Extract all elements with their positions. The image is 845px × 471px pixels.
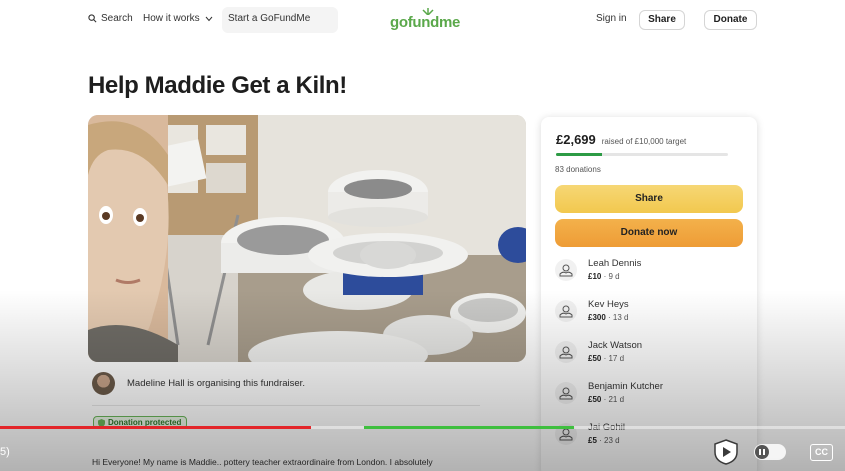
donor-meta: £10 · 9 d — [588, 272, 620, 281]
divider — [92, 405, 480, 406]
donor-meta: £300 · 13 d — [588, 313, 629, 322]
search-label: Search — [101, 13, 133, 24]
top-navigation: Search How it works Start a GoFundMe gof… — [0, 0, 845, 40]
gofundme-logo[interactable]: gofundme — [390, 8, 461, 32]
donor-amount: £300 — [588, 313, 606, 322]
progress-fill — [556, 153, 603, 156]
donor-hands-icon — [555, 341, 577, 363]
header-donate-button[interactable]: Donate — [704, 10, 757, 30]
donor-meta: £50 · 21 d — [588, 395, 625, 404]
start-gofundme-label: Start a GoFundMe — [228, 13, 311, 24]
progress-bar — [556, 153, 728, 156]
time-readout: 5) — [0, 446, 10, 458]
search-icon — [88, 14, 97, 23]
raised-target: raised of £10,000 target — [601, 137, 687, 146]
header-share-button[interactable]: Share — [639, 10, 685, 30]
donor-name: Kev Heys — [588, 299, 629, 310]
how-it-works-menu[interactable]: How it works — [143, 13, 213, 24]
organiser-row: Madeline Hall is organising this fundrai… — [92, 372, 305, 395]
donor-time: 21 d — [608, 395, 625, 404]
donor-time: 17 d — [608, 354, 625, 363]
campaign-description: Hi Everyone! My name is Maddie.. pottery… — [92, 457, 433, 467]
sign-in-link[interactable]: Sign in — [596, 13, 627, 24]
shield-logo-icon[interactable] — [712, 438, 740, 466]
donor-item: Kev Heys £300 · 13 d — [555, 298, 745, 328]
autoplay-toggle[interactable] — [754, 444, 786, 460]
donor-time: 13 d — [612, 313, 629, 322]
donor-amount: £50 — [588, 354, 602, 363]
campaign-photo — [88, 115, 526, 362]
donor-time: 9 d — [608, 272, 620, 281]
donation-card: £2,699 raised of £10,000 target 83 donat… — [541, 117, 757, 471]
donor-item: Benjamin Kutcher £50 · 21 d — [555, 380, 745, 410]
donor-time: 23 d — [604, 436, 620, 445]
chevron-down-icon — [205, 16, 213, 21]
share-button[interactable]: Share — [555, 185, 743, 213]
donor-item: Jack Watson £50 · 17 d — [555, 339, 745, 369]
donor-amount: £50 — [588, 395, 602, 404]
video-progress-played — [0, 426, 311, 429]
page-title: Help Maddie Get a Kiln! — [88, 72, 347, 99]
donor-meta: £5 · 23 d — [588, 436, 620, 445]
raised-summary: £2,699 raised of £10,000 target — [556, 132, 686, 147]
start-gofundme-link[interactable]: Start a GoFundMe — [222, 7, 338, 33]
closed-captions-button[interactable]: CC — [810, 444, 833, 461]
how-it-works-label: How it works — [143, 13, 200, 24]
donor-name: Jack Watson — [588, 340, 643, 351]
donor-meta: £50 · 17 d — [588, 354, 625, 363]
donor-name: Leah Dennis — [588, 258, 642, 269]
donor-amount: £10 — [588, 272, 602, 281]
raised-amount: £2,699 — [556, 132, 596, 147]
video-progress-bar[interactable] — [0, 426, 845, 429]
donor-amount: £5 — [588, 436, 597, 445]
donations-count: 83 donations — [555, 165, 601, 174]
donate-now-button[interactable]: Donate now — [555, 219, 743, 247]
video-progress-segment — [364, 426, 574, 429]
donor-name: Benjamin Kutcher — [588, 381, 663, 392]
organiser-text: Madeline Hall is organising this fundrai… — [127, 378, 305, 389]
organiser-avatar — [92, 372, 115, 395]
donor-hands-icon — [555, 382, 577, 404]
donor-hands-icon — [555, 259, 577, 281]
donor-hands-icon — [555, 300, 577, 322]
search-link[interactable]: Search — [88, 13, 133, 24]
pause-icon — [755, 445, 769, 459]
donor-item: Leah Dennis £10 · 9 d — [555, 257, 745, 287]
logo-text: gofundme — [390, 14, 461, 31]
